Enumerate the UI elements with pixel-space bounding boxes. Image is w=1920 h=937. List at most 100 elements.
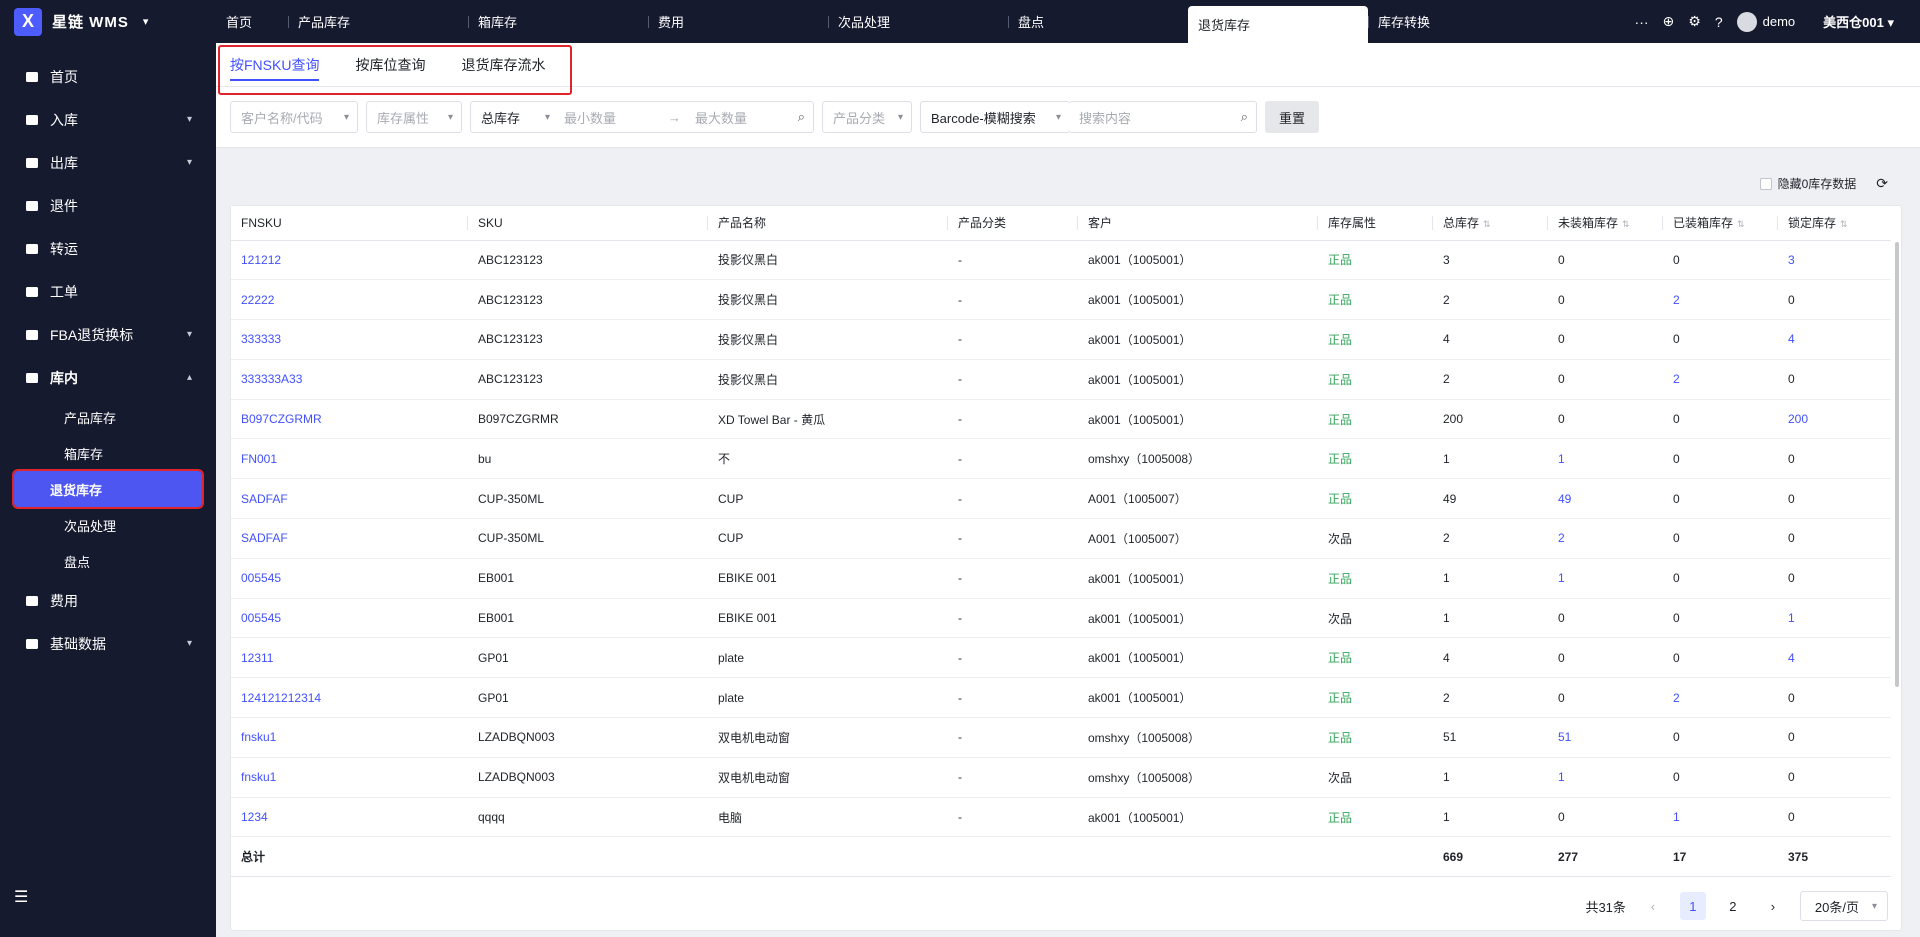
table-cell: A001（1005007） <box>1078 518 1318 559</box>
top-tab[interactable]: 库存转换 <box>1368 0 1518 43</box>
search-input[interactable]: 搜索内容 ⌕ <box>1069 101 1257 133</box>
table-cell[interactable]: 1 <box>1548 558 1663 599</box>
sort-icon[interactable]: ⇅ <box>1737 219 1745 229</box>
category-select[interactable]: 产品分类 ▾ <box>822 101 912 133</box>
table-cell[interactable]: 333333 <box>231 319 468 360</box>
collapse-menu-icon[interactable]: ☰ <box>14 887 28 907</box>
customer-select[interactable]: 客户名称/代码 ▾ <box>230 101 358 133</box>
column-header[interactable]: 未装箱库存 ⇅ <box>1548 206 1663 241</box>
search-icon[interactable]: ⌕ <box>798 109 805 125</box>
hide-zero-checkbox[interactable]: 隐藏0库存数据 <box>1759 175 1856 192</box>
sidebar-subitem[interactable]: 退货库存 <box>12 469 204 509</box>
top-tab[interactable]: 箱库存 <box>468 0 648 43</box>
app-logo[interactable]: X 星链 WMS ▾ <box>0 0 216 43</box>
page-size-select[interactable]: 20条/页 ▾ <box>1799 891 1888 921</box>
top-tab[interactable]: 产品库存 <box>288 0 468 43</box>
sidebar-subitem[interactable]: 产品库存 <box>14 399 202 435</box>
table-cell[interactable]: 005545 <box>231 598 468 639</box>
sort-icon[interactable]: ⇅ <box>1483 219 1491 229</box>
top-tab[interactable]: 退货库存 <box>1188 6 1368 43</box>
search-type-select[interactable]: Barcode-模糊搜索 ▾ <box>920 101 1070 133</box>
sort-icon[interactable]: ⇅ <box>1840 219 1848 229</box>
column-header[interactable]: 锁定库存 ⇅ <box>1778 206 1891 241</box>
table-cell[interactable]: 1 <box>1663 797 1778 838</box>
sidebar-item[interactable]: 出库 ▾ <box>0 141 216 184</box>
more-tabs-icon[interactable]: ··· <box>1635 14 1649 30</box>
page-1-button[interactable]: 1 <box>1679 892 1706 920</box>
stock-attr-select[interactable]: 库存属性 ▾ <box>366 101 462 133</box>
table-cell[interactable]: fnsku1 <box>231 717 468 758</box>
sidebar-item[interactable]: 工单 <box>0 270 216 313</box>
table-cell[interactable]: 51 <box>1548 717 1663 758</box>
table-cell: 0 <box>1778 677 1891 719</box>
sidebar-subitem[interactable]: 箱库存 <box>14 435 202 471</box>
sidebar-item[interactable]: 首页 <box>0 55 216 98</box>
table-cell[interactable]: B097CZGRMR <box>231 399 468 440</box>
stock-type-select[interactable]: 总库存 <box>481 108 545 127</box>
table-cell[interactable]: 005545 <box>231 558 468 599</box>
prev-page-button[interactable]: ‹ <box>1640 892 1666 920</box>
table-cell: 正品 <box>1318 399 1433 440</box>
sidebar-item[interactable]: 库内 ▴ <box>0 356 216 399</box>
sidebar-item[interactable]: 转运 <box>0 227 216 270</box>
table-cell[interactable]: 2 <box>1663 279 1778 321</box>
table-cell[interactable]: 22222 <box>231 279 468 321</box>
qty-range-filter[interactable]: 总库存 ▾ 最小数量 → 最大数量 ⌕ <box>470 101 814 133</box>
table-cell[interactable]: FN001 <box>231 438 468 480</box>
max-qty-input[interactable]: 最大数量 <box>695 108 747 127</box>
column-header[interactable]: 已装箱库存 ⇅ <box>1663 206 1778 241</box>
sidebar-subitem[interactable]: 盘点 <box>14 543 202 579</box>
checkbox-icon <box>1759 178 1772 191</box>
settings-icon[interactable]: ⚙ <box>1688 13 1701 30</box>
table-cell[interactable]: 4 <box>1778 637 1891 679</box>
table-cell[interactable]: 2 <box>1548 518 1663 559</box>
search-icon[interactable]: ⌕ <box>1241 109 1248 125</box>
user-menu[interactable]: demo <box>1736 11 1795 32</box>
tab-by-location[interactable]: 按库位查询 <box>355 43 425 87</box>
table-cell[interactable]: 2 <box>1663 359 1778 400</box>
min-qty-input[interactable]: 最小数量 <box>564 108 616 127</box>
table-cell[interactable]: SADFAF <box>231 518 468 559</box>
table-cell[interactable]: 124121212314 <box>231 677 468 719</box>
table-cell[interactable]: 1 <box>1778 598 1891 639</box>
page-2-button[interactable]: 2 <box>1720 892 1746 920</box>
download-icon[interactable]: ⊕ <box>1663 13 1675 30</box>
warehouse-selector[interactable]: 美西仓001 ▾ <box>1823 12 1894 31</box>
table-cell[interactable]: 333333A33 <box>231 359 468 400</box>
top-tab[interactable]: 首页 <box>216 0 288 43</box>
vertical-scrollbar[interactable] <box>1895 242 1899 687</box>
table-cell[interactable]: 1 <box>1548 438 1663 480</box>
table-cell[interactable]: 1234 <box>231 797 468 838</box>
sidebar-item[interactable]: 入库 ▾ <box>0 98 216 141</box>
sidebar-item[interactable]: 基础数据 ▾ <box>0 622 216 665</box>
table-cell[interactable]: 200 <box>1778 399 1891 440</box>
sidebar-item[interactable]: 退件 <box>0 184 216 227</box>
sort-icon[interactable]: ⇅ <box>1622 219 1630 229</box>
column-header: FNSKU <box>231 206 468 241</box>
table-cell[interactable]: 49 <box>1548 478 1663 520</box>
sidebar-item[interactable]: 费用 <box>0 579 216 622</box>
table-cell[interactable]: fnsku1 <box>231 757 468 798</box>
table-cell[interactable]: 2 <box>1663 677 1778 719</box>
top-tab[interactable]: 次品处理 <box>828 0 1008 43</box>
sidebar-item[interactable]: FBA退货换标 ▾ <box>0 313 216 356</box>
table-cell[interactable]: SADFAF <box>231 478 468 520</box>
table-cell[interactable]: 4 <box>1778 319 1891 360</box>
table-cell: 0 <box>1663 757 1778 798</box>
table-cell[interactable]: 3 <box>1778 240 1891 281</box>
column-header[interactable]: 总库存 ⇅ <box>1433 206 1548 241</box>
refresh-icon[interactable]: ⟳ <box>1876 175 1888 192</box>
table-cell[interactable]: 121212 <box>231 240 468 281</box>
tab-by-fnsku[interactable]: 按FNSKU查询 <box>230 43 320 87</box>
tab-return-flow[interactable]: 退货库存流水 <box>461 43 545 87</box>
table-cell[interactable]: 12311 <box>231 637 468 679</box>
sidebar-subitem[interactable]: 次品处理 <box>14 507 202 543</box>
top-tab[interactable]: 费用 <box>648 0 828 43</box>
help-icon[interactable]: ? <box>1715 14 1723 30</box>
next-page-button[interactable]: › <box>1760 892 1786 920</box>
table-cell: 0 <box>1663 518 1778 559</box>
table-cell[interactable]: 1 <box>1548 757 1663 798</box>
top-tab[interactable]: 盘点 <box>1008 0 1188 43</box>
table-cell: 1 <box>1433 558 1548 599</box>
reset-button[interactable]: 重置 <box>1265 101 1320 133</box>
